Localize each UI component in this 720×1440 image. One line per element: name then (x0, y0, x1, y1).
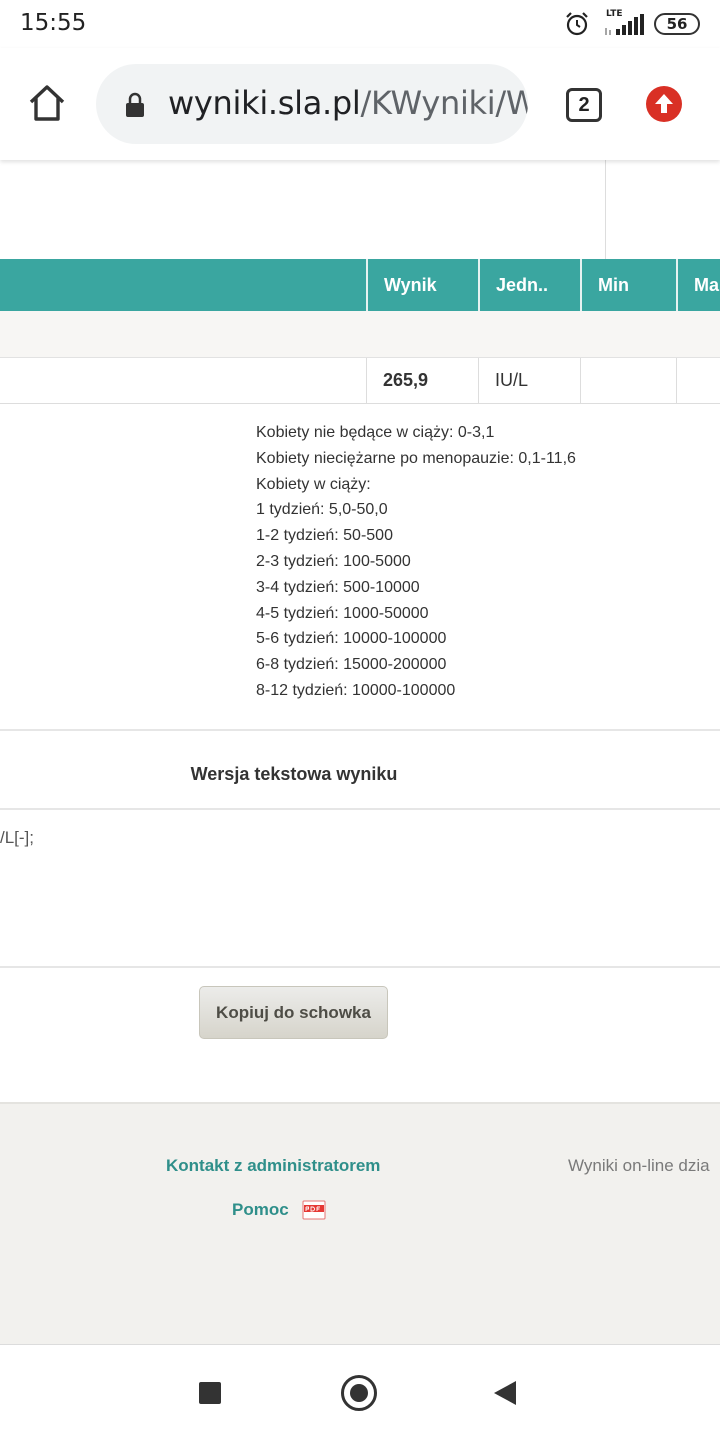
top-area (0, 160, 720, 260)
norm-line: 8-12 tydzień: 10000-100000 (256, 681, 456, 699)
table-row: 265,9 IU/L (0, 358, 720, 404)
result-max (676, 358, 720, 403)
norm-line: 1-2 tydzień: 50-500 (256, 527, 393, 545)
norm-line: Kobiety nie będące w ciąży: 0-3,1 (256, 424, 495, 441)
norm-line: Kobiety nieciężarne po menopauzie: 0,1-1… (256, 449, 576, 467)
divider (0, 808, 720, 810)
url-bar[interactable]: wyniki.sla.pl/KWyniki/Wy (96, 64, 528, 144)
browser-toolbar: wyniki.sla.pl/KWyniki/Wy 2 (0, 48, 720, 160)
footer-info-text: Wyniki on-line dzia (568, 1156, 710, 1175)
back-button[interactable] (494, 1381, 516, 1405)
header-result[interactable]: Wynik (366, 259, 478, 311)
norm-line: 3-4 tydzień: 500-10000 (256, 578, 420, 596)
reference-norms: Kobiety nie będące w ciąży: 0-3,1 Kobiet… (256, 420, 716, 704)
home-icon[interactable] (26, 82, 68, 124)
pdf-icon[interactable] (302, 1200, 326, 1220)
update-arrow-icon (655, 94, 673, 113)
lock-icon (126, 92, 144, 117)
result-unit: IU/L (478, 358, 580, 403)
status-time: 15:55 (20, 10, 87, 36)
tab-switcher-button[interactable]: 2 (566, 88, 602, 122)
norm-line: 5-6 tydzień: 10000-100000 (256, 630, 447, 648)
group-row (0, 311, 720, 358)
top-divider (605, 160, 606, 259)
divider (0, 966, 720, 968)
contact-admin-link[interactable]: Kontakt z administratorem (166, 1156, 380, 1176)
norm-line: 2-3 tydzień: 100-5000 (256, 552, 411, 570)
text-version-content: /L[-]; (0, 828, 35, 847)
url-text[interactable]: wyniki.sla.pl/KWyniki/Wy (168, 84, 528, 122)
text-version-title: Wersja tekstowa wyniku (190, 764, 398, 784)
header-max[interactable]: Ma (676, 259, 720, 311)
navigation-bar (0, 1344, 720, 1440)
update-icon[interactable] (646, 86, 682, 122)
norm-line: Kobiety w ciąży: (256, 475, 371, 493)
result-min (580, 358, 676, 403)
header-min[interactable]: Min (580, 259, 676, 311)
norm-line: 4-5 tydzień: 1000-50000 (256, 604, 429, 622)
status-bar: 15:55 LTE 56 (0, 0, 720, 48)
table-header: Wynik Jedn.. Min Ma (0, 259, 720, 311)
url-host: wyniki.sla.pl (168, 84, 361, 122)
footer: Kontakt z administratorem Pomoc Wyniki o… (0, 1102, 720, 1344)
header-unit[interactable]: Jedn.. (478, 259, 580, 311)
home-button[interactable] (341, 1375, 377, 1411)
result-value: 265,9 (366, 358, 478, 403)
battery-icon: 56 (654, 13, 700, 35)
norm-line: 1 tydzień: 5,0-50,0 (256, 501, 388, 519)
alarm-icon (566, 12, 588, 36)
divider (0, 729, 720, 731)
recents-button[interactable] (199, 1382, 221, 1404)
url-path: /KWyniki/Wy (360, 84, 528, 122)
norm-line: 6-8 tydzień: 15000-200000 (256, 656, 447, 674)
signal-icon (605, 14, 644, 35)
help-link[interactable]: Pomoc (232, 1200, 289, 1220)
copy-to-clipboard-button[interactable]: Kopiuj do schowka (199, 986, 388, 1039)
home-button-dot (350, 1384, 368, 1402)
